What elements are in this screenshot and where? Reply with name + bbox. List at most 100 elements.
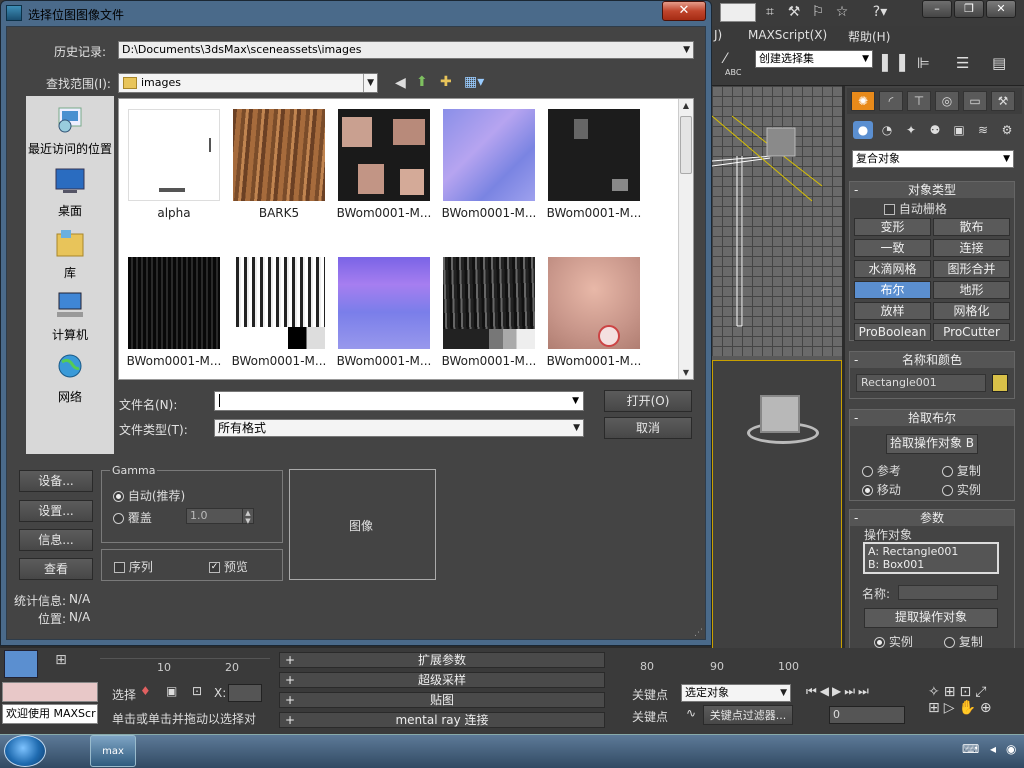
- file-thumb-bwom-3[interactable]: [548, 109, 640, 201]
- selection-set-combo[interactable]: 创建选择集 ▼: [755, 50, 873, 68]
- operand-name-field[interactable]: [898, 585, 998, 600]
- absolute-mode-icon[interactable]: ⊡: [192, 684, 202, 698]
- file-browser[interactable]: alpha BARK5 BWom0001-M... BWom0001-M... …: [118, 98, 694, 380]
- open-button[interactable]: 打开(O): [604, 390, 692, 412]
- place-computer[interactable]: 计算机: [26, 290, 114, 343]
- shapemerge-button[interactable]: 图形合并: [933, 260, 1010, 278]
- rollout-supersampling[interactable]: + 超级采样: [279, 672, 605, 688]
- file-label[interactable]: BWom0001-M...: [542, 354, 646, 368]
- layer-icon[interactable]: ☰: [956, 54, 969, 72]
- scroll-down-icon[interactable]: ▼: [680, 368, 692, 377]
- time-slider-right[interactable]: 80 90 100: [630, 658, 800, 676]
- category-combo[interactable]: 复合对象 ▼: [852, 150, 1014, 168]
- preview-checkbox[interactable]: ✓ 预览: [209, 558, 248, 575]
- lock-icon[interactable]: ▣: [166, 684, 177, 698]
- history-combo[interactable]: D:\Documents\3dsMax\sceneassets\images ▼: [118, 41, 694, 59]
- setkey-label[interactable]: 关键点: [632, 708, 668, 725]
- minimize-icon[interactable]: –: [922, 0, 952, 18]
- file-thumb-bwom-6[interactable]: [338, 257, 430, 349]
- connect-button[interactable]: 连接: [933, 239, 1010, 257]
- blobmesh-button[interactable]: 水滴网格: [854, 260, 931, 278]
- autogrid-checkbox[interactable]: 自动栅格: [884, 200, 947, 217]
- terrain-button[interactable]: 地形: [933, 281, 1010, 299]
- rollout-header[interactable]: - 对象类型: [850, 182, 1014, 198]
- devices-button[interactable]: 设备...: [19, 470, 93, 492]
- current-frame-field[interactable]: 0: [829, 706, 905, 724]
- setup-button[interactable]: 设置...: [19, 500, 93, 522]
- operand-b[interactable]: B: Box001: [868, 558, 994, 571]
- align-icon[interactable]: ⊫: [917, 54, 930, 72]
- proboolean-button[interactable]: ProBoolean: [854, 323, 931, 341]
- selected-object-combo[interactable]: 选定对象 ▼: [681, 684, 791, 702]
- taskbar-3dsmax-icon[interactable]: max: [90, 735, 136, 767]
- spacewarps-icon[interactable]: ≋: [973, 121, 993, 139]
- tray-arrow-icon[interactable]: ◂: [990, 742, 996, 756]
- info-button[interactable]: 信息...: [19, 529, 93, 551]
- loft-button[interactable]: 放样: [854, 302, 931, 320]
- file-label[interactable]: BWom0001-M...: [437, 354, 541, 368]
- place-network[interactable]: 网络: [26, 352, 114, 405]
- pin-icon[interactable]: ♦: [140, 684, 151, 698]
- procutter-button[interactable]: ProCutter: [933, 323, 1010, 341]
- gamma-auto-radio[interactable]: 自动(推荐): [113, 487, 185, 504]
- filename-input[interactable]: ▼: [214, 391, 584, 411]
- extract-operand-button[interactable]: 提取操作对象: [864, 608, 998, 628]
- mesher-button[interactable]: 网格化: [933, 302, 1010, 320]
- viewport-top[interactable]: [712, 86, 842, 356]
- max-search-field[interactable]: [720, 3, 756, 22]
- cameras-icon[interactable]: ⚉: [925, 121, 945, 139]
- view-menu-icon[interactable]: ▦▾: [464, 74, 484, 90]
- file-thumb-bwom-7[interactable]: [443, 257, 535, 349]
- x-coord-field[interactable]: [228, 684, 262, 702]
- pick-operand-b-button[interactable]: 拾取操作对象 B: [886, 434, 978, 454]
- copy-radio[interactable]: 复制: [942, 462, 981, 479]
- star-icon[interactable]: ☆: [832, 3, 852, 22]
- rollout-header[interactable]: - 名称和颜色: [850, 352, 1014, 368]
- place-desktop[interactable]: 桌面: [26, 166, 114, 219]
- operand-a[interactable]: A: Rectangle001: [868, 545, 994, 558]
- dialog-close-icon[interactable]: ✕: [662, 1, 706, 21]
- mirror-icon[interactable]: ▌▐: [882, 54, 905, 72]
- scatter-button[interactable]: 散布: [933, 218, 1010, 236]
- file-label[interactable]: BWom0001-M...: [332, 206, 436, 220]
- menu-item-j[interactable]: J): [714, 28, 722, 42]
- reference-radio[interactable]: 参考: [862, 462, 901, 479]
- playback-controls[interactable]: ⏮◀▶⏭⏭: [806, 684, 920, 702]
- file-thumb-bark5[interactable]: [233, 109, 325, 201]
- communication-icon[interactable]: ⚐: [808, 3, 828, 22]
- boolean-button[interactable]: 布尔: [854, 281, 931, 299]
- file-label[interactable]: BWom0001-M...: [122, 354, 226, 368]
- file-thumb-bwom-1[interactable]: [338, 109, 430, 201]
- file-thumb-bwom-2[interactable]: [443, 109, 535, 201]
- motion-tab-icon[interactable]: ◎: [935, 91, 959, 111]
- minicurve-icon[interactable]: ⊞: [46, 652, 76, 676]
- modify-tab-icon[interactable]: ◜: [879, 91, 903, 111]
- menu-item-maxscript[interactable]: MAXScript(X): [748, 28, 827, 42]
- display-tab-icon[interactable]: ▭: [963, 91, 987, 111]
- file-label[interactable]: BWom0001-M...: [332, 354, 436, 368]
- instance-radio[interactable]: 实例: [942, 481, 981, 498]
- up-folder-icon[interactable]: ⬆: [416, 74, 428, 90]
- move-radio[interactable]: 移动: [862, 481, 901, 498]
- curve-editor-icon[interactable]: ▤: [992, 54, 1006, 72]
- key-filters-button[interactable]: 关键点过滤器...: [703, 705, 793, 725]
- rollout-maps[interactable]: + 贴图: [279, 692, 605, 708]
- file-label[interactable]: BARK5: [227, 206, 331, 220]
- filetype-combo[interactable]: 所有格式 ▼: [214, 419, 584, 437]
- viewport-layout-icon[interactable]: [4, 650, 38, 678]
- utilities-tab-icon[interactable]: ⚒: [991, 91, 1015, 111]
- lookin-combo[interactable]: images ▼: [118, 73, 378, 93]
- lights-icon[interactable]: ✦: [901, 121, 921, 139]
- object-color-swatch[interactable]: [992, 374, 1008, 392]
- sequence-checkbox[interactable]: 序列: [114, 558, 153, 575]
- file-label[interactable]: BWom0001-M...: [542, 206, 646, 220]
- operands-list[interactable]: A: Rectangle001 B: Box001: [863, 542, 999, 574]
- tool-icon[interactable]: ⚒: [784, 3, 804, 22]
- rollout-header[interactable]: - 参数: [850, 510, 1014, 526]
- morph-button[interactable]: 变形: [854, 218, 931, 236]
- file-label[interactable]: BWom0001-M...: [437, 206, 541, 220]
- abc-icon[interactable]: ⁄: [724, 51, 726, 67]
- resize-grip-icon[interactable]: ⋰: [694, 628, 704, 638]
- systems-icon[interactable]: ⚙: [997, 121, 1017, 139]
- conform-button[interactable]: 一致: [854, 239, 931, 257]
